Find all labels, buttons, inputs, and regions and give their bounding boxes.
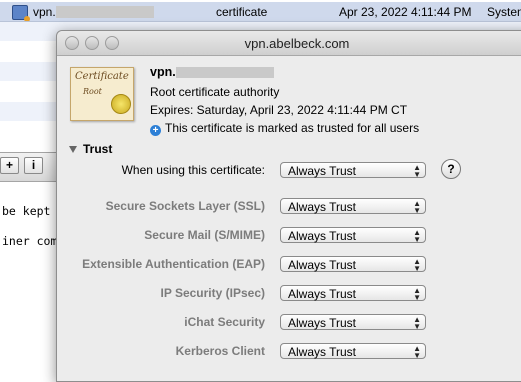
- trust-popup-value: Always Trust: [288, 200, 357, 214]
- certificate-icon-title: Certificate: [75, 71, 129, 82]
- trust-popup-ichat[interactable]: Always Trust ▲ ▼: [280, 314, 426, 331]
- trust-popup-value: Always Trust: [288, 345, 357, 359]
- plus-circle-icon: +: [150, 125, 161, 136]
- help-button[interactable]: ?: [441, 159, 461, 179]
- trust-row-label: Secure Mail (S/MIME): [144, 228, 265, 242]
- redacted-name: [55, 6, 154, 19]
- trust-popup-ssl[interactable]: Always Trust ▲ ▼: [280, 198, 426, 215]
- trust-popup-value: Always Trust: [288, 316, 357, 330]
- keychain-list-row-selected[interactable]: vpn. certificate Apr 23, 2022 4:11:44 PM…: [0, 2, 521, 22]
- window-title: vpn.abelbeck.com: [244, 36, 350, 51]
- background-text-line: iner comb: [2, 234, 65, 248]
- trust-row-label: IP Security (IPsec): [160, 286, 266, 300]
- trust-popup-eap[interactable]: Always Trust ▲ ▼: [280, 256, 426, 273]
- updown-arrows-icon: ▲ ▼: [413, 344, 421, 360]
- updown-arrows-icon: ▲ ▼: [413, 228, 421, 244]
- add-button[interactable]: +: [0, 157, 19, 174]
- trust-disclosure[interactable]: Trust: [69, 142, 112, 156]
- certificate-icon-subtitle: Root: [83, 87, 102, 96]
- trusted-note-text: This certificate is marked as trusted fo…: [165, 121, 420, 135]
- row-keychain: System: [487, 4, 521, 19]
- background-text-line: be kept: [2, 204, 51, 218]
- trust-popup-value: Always Trust: [288, 287, 357, 301]
- certificate-icon: [12, 5, 30, 21]
- certificate-name: vpn.: [150, 65, 274, 79]
- trust-row-label: Extensible Authentication (EAP): [82, 257, 265, 271]
- updown-arrows-icon: ▲ ▼: [413, 199, 421, 215]
- trust-popup-general[interactable]: Always Trust ▲ ▼: [280, 162, 426, 179]
- trust-popup-value: Always Trust: [288, 229, 357, 243]
- updown-arrows-icon: ▲ ▼: [413, 315, 421, 331]
- trusted-note: + This certificate is marked as trusted f…: [150, 121, 419, 136]
- trust-row-label: Secure Sockets Layer (SSL): [105, 199, 265, 213]
- trust-row-label: Kerberos Client: [175, 344, 265, 358]
- updown-arrows-icon: ▲ ▼: [413, 286, 421, 302]
- certificate-role: Root certificate authority: [150, 85, 280, 99]
- window-body: Certificate Root vpn. Root certificate a…: [57, 56, 521, 381]
- trust-popup-kerberos[interactable]: Always Trust ▲ ▼: [280, 343, 426, 360]
- certificate-expiry: Expires: Saturday, April 23, 2022 4:11:4…: [150, 103, 408, 117]
- trust-row-label: iChat Security: [184, 315, 265, 329]
- seal-icon: [111, 94, 131, 114]
- trust-popup-value: Always Trust: [288, 164, 357, 178]
- disclosure-triangle-icon: [69, 146, 77, 153]
- trust-popup-smime[interactable]: Always Trust ▲ ▼: [280, 227, 426, 244]
- certificate-large-icon: Certificate Root: [70, 67, 134, 121]
- row-name: vpn.: [33, 5, 154, 19]
- title-bar[interactable]: vpn.abelbeck.com: [57, 31, 521, 56]
- info-button[interactable]: i: [24, 157, 43, 174]
- updown-arrows-icon: ▲ ▼: [413, 163, 421, 179]
- trust-popup-value: Always Trust: [288, 258, 357, 272]
- row-date: Apr 23, 2022 4:11:44 PM: [339, 4, 472, 19]
- certificate-window: vpn.abelbeck.com Certificate Root vpn. R…: [56, 30, 521, 382]
- trust-popup-ipsec[interactable]: Always Trust ▲ ▼: [280, 285, 426, 302]
- trust-row-label: When using this certificate:: [121, 163, 265, 177]
- updown-arrows-icon: ▲ ▼: [413, 257, 421, 273]
- row-kind: certificate: [216, 4, 268, 19]
- redacted-name: [175, 67, 274, 79]
- trust-section-label: Trust: [83, 142, 113, 156]
